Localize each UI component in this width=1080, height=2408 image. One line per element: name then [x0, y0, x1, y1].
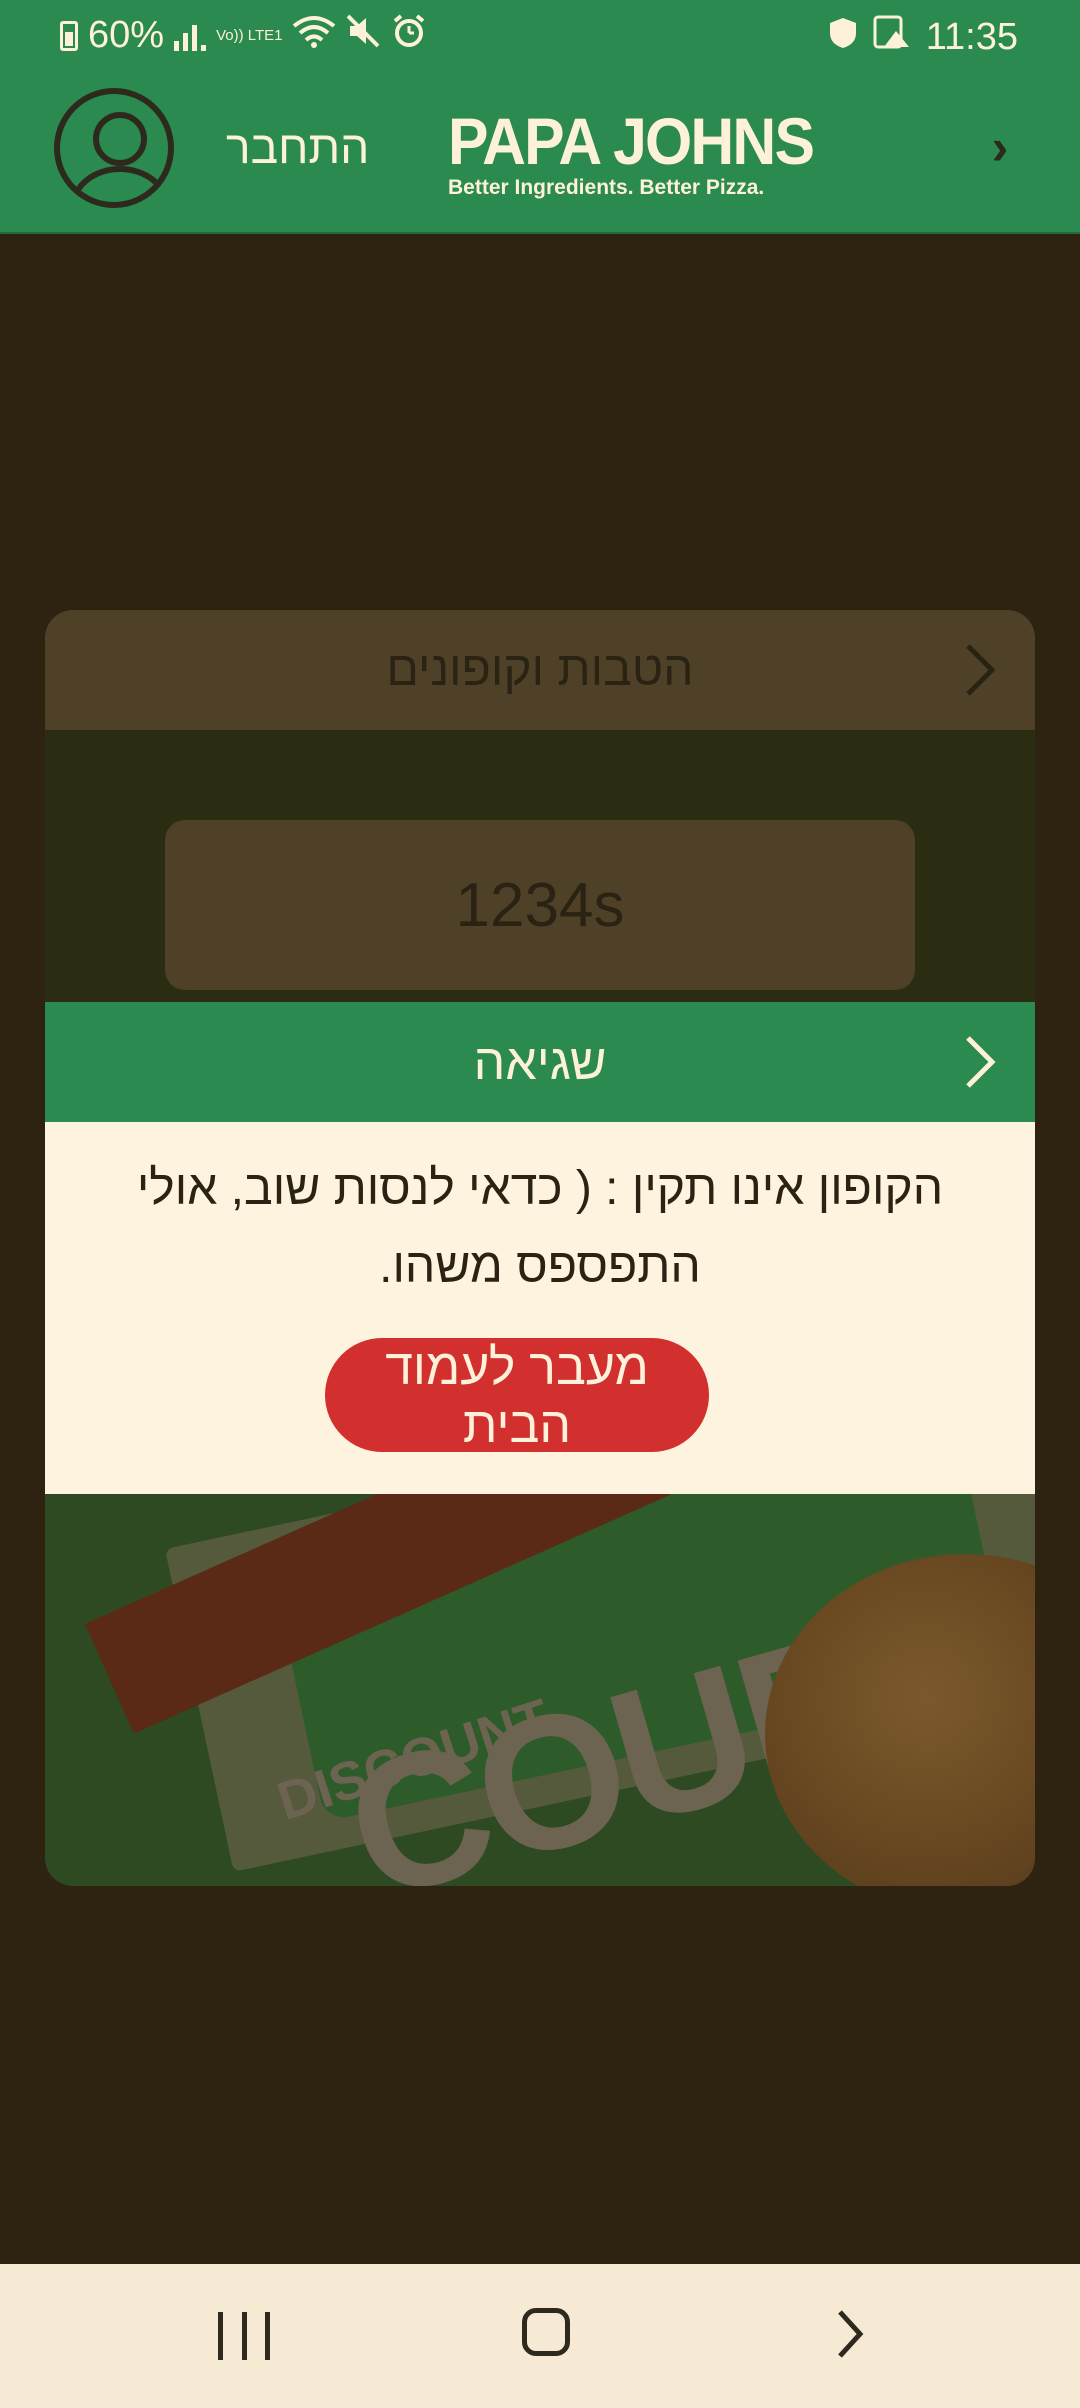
battery-percent: 60%	[88, 14, 165, 56]
error-dialog-title: שגיאה	[473, 1034, 607, 1090]
battery-icon	[60, 20, 78, 51]
home-icon[interactable]	[522, 2308, 570, 2356]
error-dialog-body: הקופון אינו תקין : ( כדאי לנסות שוב, אול…	[45, 1122, 1035, 1494]
logo-tagline: Better Ingredients. Better Pizza.	[448, 176, 765, 199]
card-back-chevron-icon[interactable]	[950, 640, 1010, 700]
mute-icon	[346, 14, 382, 57]
lte-indicator: Vo)) LTE1	[216, 27, 283, 44]
status-right: 11:35	[828, 14, 1018, 61]
signal-icon	[174, 21, 207, 51]
status-bar: 60% Vo)) LTE1 11:35	[0, 0, 1080, 72]
coupon-banner-image: DISCOUNT COUPON	[45, 1494, 1035, 1886]
coupons-card-title: הטבות וקופונים	[386, 643, 694, 696]
wifi-icon	[292, 14, 336, 57]
recents-icon[interactable]	[218, 2312, 270, 2360]
login-link[interactable]: התחבר	[226, 112, 369, 182]
app-header: התחבר PAPA JOHNS Better Ingredients. Bet…	[0, 72, 1080, 234]
dialog-close-chevron-icon[interactable]	[950, 1032, 1010, 1092]
error-message: הקופון אינו תקין : ( כדאי לנסות שוב, אול…	[136, 1162, 944, 1293]
shield-icon	[828, 16, 858, 59]
error-dialog-header: שגיאה	[45, 1002, 1035, 1122]
coupons-card-header: הטבות וקופונים	[45, 610, 1035, 730]
logo-wordmark: PAPA JOHNS	[448, 104, 815, 178]
status-left: 60% Vo)) LTE1	[60, 14, 426, 57]
go-home-button[interactable]: מעבר לעמוד הבית	[325, 1338, 709, 1453]
system-nav-bar	[0, 2264, 1080, 2408]
alarm-icon	[392, 14, 426, 57]
error-dialog: שגיאה הקופון אינו תקין : ( כדאי לנסות שו…	[45, 1002, 1035, 1494]
back-icon[interactable]	[820, 2304, 880, 2368]
papa-johns-logo[interactable]: PAPA JOHNS Better Ingredients. Better Pi…	[448, 104, 815, 208]
avatar-icon[interactable]	[54, 88, 174, 208]
gallery-icon	[872, 14, 912, 61]
coupon-code-input[interactable]	[165, 820, 915, 990]
clock-time: 11:35	[925, 16, 1018, 58]
chevron-right-icon[interactable]: ›	[975, 122, 1025, 172]
